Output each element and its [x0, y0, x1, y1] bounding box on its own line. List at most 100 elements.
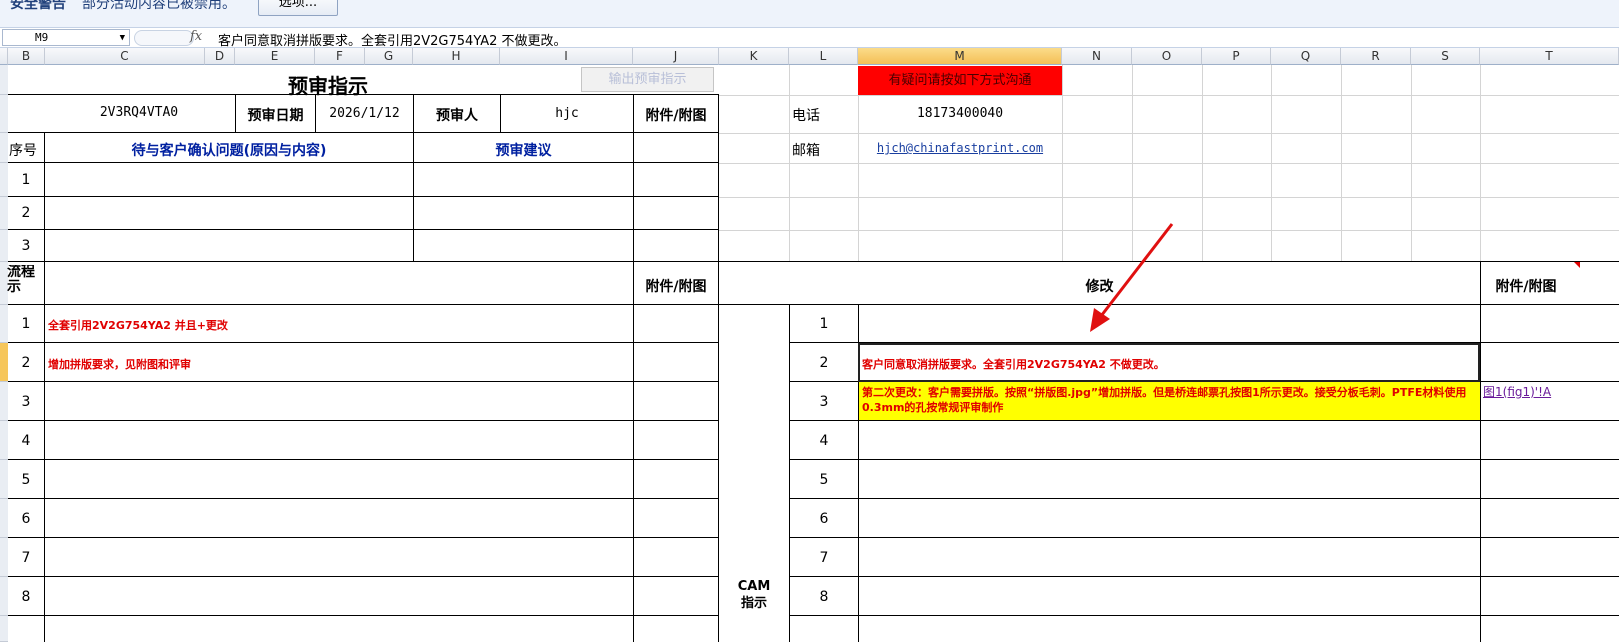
flow-row-text[interactable]: 全套引用2V2G754YA2 并且+更改	[48, 317, 228, 333]
attachment-label: 附件/附图	[645, 279, 707, 295]
row-header[interactable]	[0, 305, 8, 343]
cam-row-text-highlighted[interactable]: 第二次更改：客户需要拼版。按照“拼版图.jpg”增加拼版。但是桥连邮票孔按图1所…	[859, 382, 1480, 420]
cell-border	[8, 420, 719, 421]
formula-content[interactable]: 客户同意取消拼版要求。全套引用2V2G754YA2 不做更改。	[218, 30, 567, 49]
comment-indicator[interactable]	[1574, 262, 1580, 268]
column-header-P[interactable]: P	[1202, 48, 1271, 65]
review-date-label: 预审日期	[247, 108, 304, 124]
flow-row-text[interactable]: 增加拼版要求，见附图和评审	[48, 356, 191, 372]
phone-value[interactable]: 18173400040	[858, 106, 1062, 121]
formula-bar-separator	[134, 30, 194, 46]
column-header-K[interactable]: K	[719, 48, 789, 65]
row-header[interactable]	[0, 230, 8, 262]
gridline	[719, 197, 1619, 198]
flow-row-number: 2	[21, 355, 31, 371]
column-header-D[interactable]: D	[205, 48, 235, 65]
cam-row-number: 3	[819, 394, 829, 410]
row-header-selected[interactable]	[0, 343, 8, 382]
cell-border	[718, 95, 719, 262]
cell-border	[8, 615, 719, 616]
row-header[interactable]	[0, 538, 8, 577]
column-header-F[interactable]: F	[315, 48, 365, 65]
email-link[interactable]: hjch@chinafastprint.com	[858, 141, 1062, 155]
column-header-Q[interactable]: Q	[1271, 48, 1341, 65]
flow-row-number: 3	[21, 394, 31, 410]
order-number[interactable]: 2V3RQ4VTA0	[44, 105, 234, 120]
cell-border	[1480, 262, 1481, 642]
flow-row-number: 7	[21, 550, 31, 566]
flow-row-number: 6	[21, 511, 31, 527]
cam-row-number: 4	[819, 433, 829, 449]
cam-row-number: 5	[819, 472, 829, 488]
cell-border	[44, 262, 45, 642]
column-header-G[interactable]: G	[365, 48, 413, 65]
cell-border	[789, 537, 1619, 538]
security-warning-message: 部分活动内容已被禁用。	[82, 0, 236, 12]
cell-border	[8, 498, 719, 499]
cell-border	[8, 229, 719, 230]
insert-function-icon[interactable]: fx	[190, 29, 202, 44]
cell-border	[8, 261, 1619, 262]
confirm-issues-header: 待与客户确认问题(原因与内容)	[131, 143, 327, 159]
row-header[interactable]	[0, 163, 8, 197]
row-header[interactable]	[0, 133, 8, 163]
cam-row-text[interactable]: 客户同意取消拼版要求。全套引用2V2G754YA2 不做更改。	[862, 356, 1165, 372]
cam-row-number: 6	[819, 511, 829, 527]
question-row-number: 3	[21, 238, 31, 254]
column-header-C[interactable]: C	[45, 48, 205, 65]
column-header-N[interactable]: N	[1062, 48, 1132, 65]
row-header[interactable]	[0, 95, 8, 133]
name-box[interactable]: M9 ▼	[2, 29, 130, 46]
cell-border	[633, 262, 634, 642]
row-header[interactable]	[0, 577, 8, 616]
row-header[interactable]	[0, 421, 8, 460]
row-header[interactable]	[0, 65, 8, 95]
column-header-O[interactable]: O	[1132, 48, 1202, 65]
row-header[interactable]	[0, 460, 8, 499]
question-row-number: 1	[21, 172, 31, 188]
security-warning-title: 安全警告	[10, 0, 66, 12]
column-header-B[interactable]: B	[8, 48, 45, 65]
column-header-E[interactable]: E	[235, 48, 315, 65]
formula-bar: M9 ▼ fx 客户同意取消拼版要求。全套引用2V2G754YA2 不做更改。	[0, 28, 1619, 49]
cell-border	[8, 381, 719, 382]
dropdown-arrow-icon[interactable]: ▼	[120, 30, 125, 46]
select-all-corner[interactable]	[0, 48, 8, 65]
attachment-label: 附件/附图	[1495, 279, 1557, 295]
row-header[interactable]	[0, 616, 8, 642]
phone-label: 电话	[792, 108, 820, 124]
review-suggestion-header: 预审建议	[495, 143, 552, 159]
options-button[interactable]: 选项...	[258, 0, 338, 16]
flow-row-number: 5	[21, 472, 31, 488]
column-header-T[interactable]: T	[1480, 48, 1619, 65]
cell-border	[8, 459, 719, 460]
reviewer-label: 预审人	[436, 108, 478, 124]
cell-border	[718, 262, 719, 642]
flow-row-number: 1	[21, 316, 31, 332]
row-header[interactable]	[0, 197, 8, 230]
row-header[interactable]	[0, 499, 8, 538]
red-arrow-annotation	[1090, 223, 1174, 332]
reviewer[interactable]: hjc	[501, 106, 633, 121]
gridline	[719, 133, 1619, 134]
cell-border	[789, 615, 1619, 616]
cell-border	[789, 420, 1619, 421]
column-header-S[interactable]: S	[1411, 48, 1480, 65]
name-box-value: M9	[35, 31, 49, 44]
security-warning-bar: 安全警告 部分活动内容已被禁用。 选项...	[0, 0, 1619, 28]
column-header-M[interactable]: M	[858, 48, 1062, 65]
column-header-I[interactable]: I	[500, 48, 633, 65]
column-header-R[interactable]: R	[1341, 48, 1411, 65]
column-header-L[interactable]: L	[789, 48, 858, 65]
attachment-hyperlink[interactable]: 图1(fig1)'!A	[1483, 385, 1573, 400]
row-header[interactable]	[0, 382, 8, 421]
column-header-H[interactable]: H	[413, 48, 500, 65]
output-review-button[interactable]: 输出预审指示	[581, 67, 714, 92]
cam-row-number: 7	[819, 550, 829, 566]
cell-border	[8, 196, 719, 197]
review-date[interactable]: 2026/1/12	[316, 106, 413, 121]
column-header-J[interactable]: J	[633, 48, 719, 65]
email-label: 邮箱	[792, 143, 820, 159]
cam-row-number: 8	[819, 589, 829, 605]
contact-header: 有疑问请按如下方式沟通	[858, 66, 1062, 95]
